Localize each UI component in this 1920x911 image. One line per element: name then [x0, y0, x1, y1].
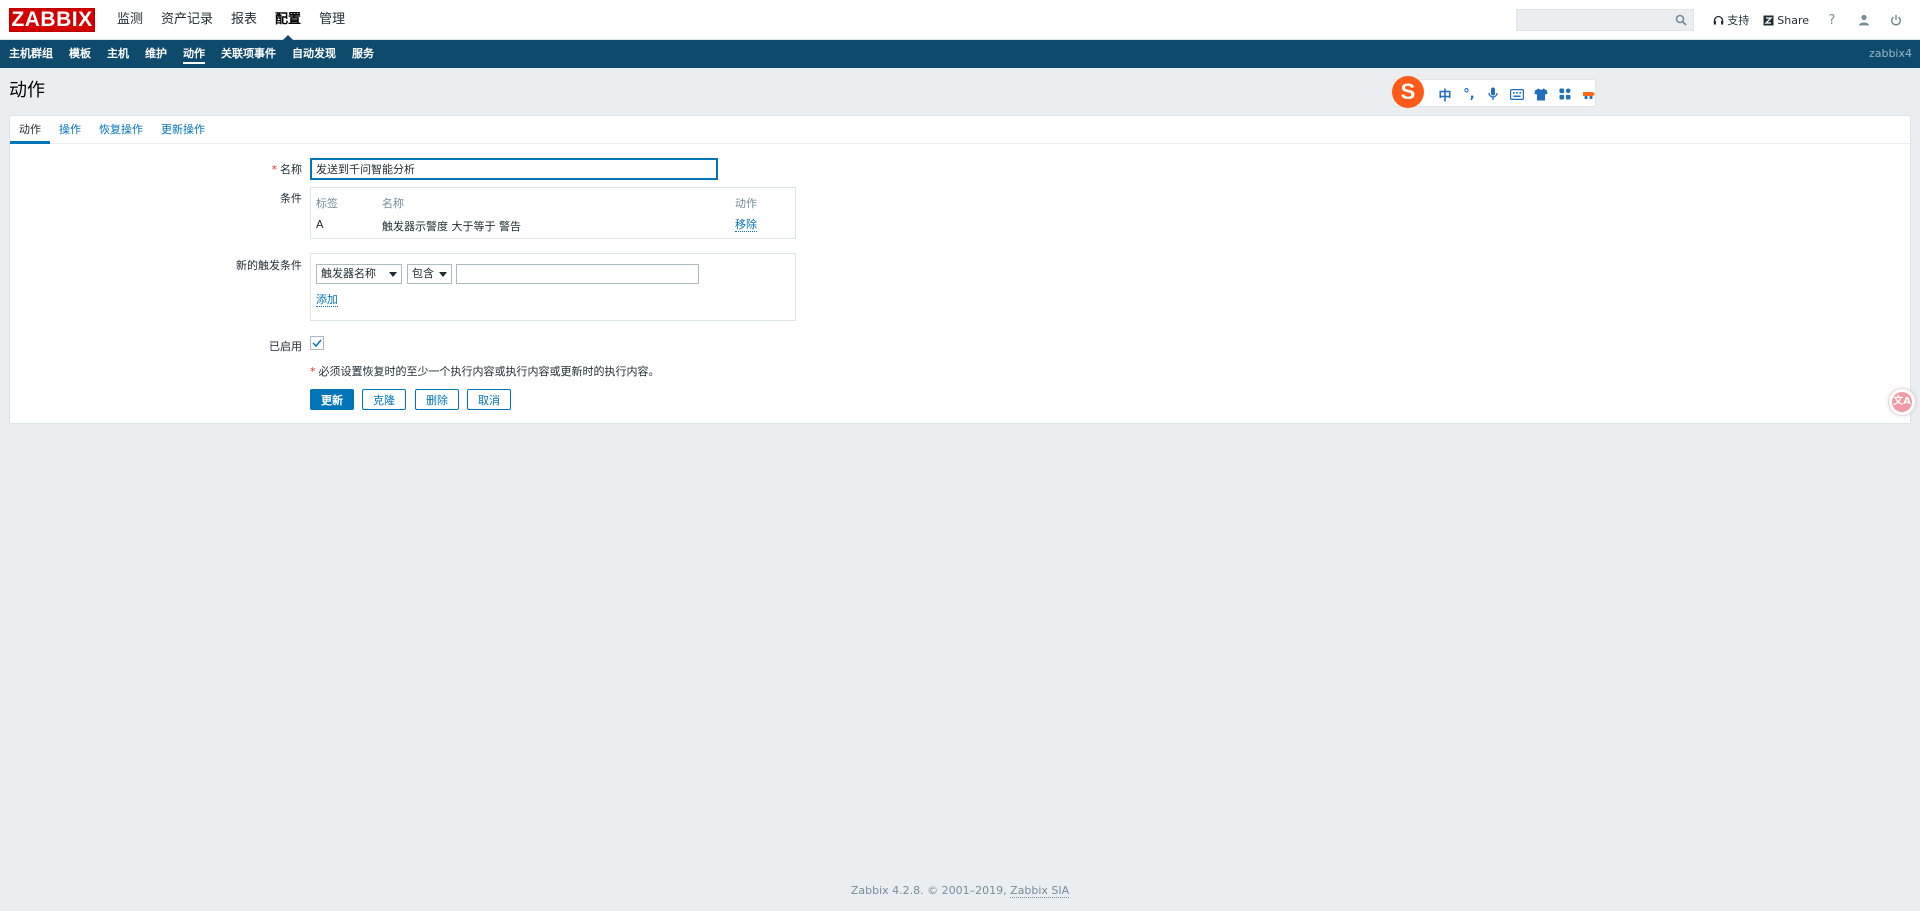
nav-inventory[interactable]: 资产记录 [152, 0, 222, 40]
help-icon[interactable]: ? [1825, 13, 1839, 28]
keyboard-icon[interactable] [1505, 84, 1529, 104]
sub-nav-bar: 主机群组 模板 主机 维护 动作 关联项事件 自动发现 服务 zabbix4 [0, 40, 1920, 68]
support-label: 支持 [1727, 14, 1750, 27]
required-asterisk: * [271, 163, 278, 176]
main-nav: 监测 资产记录 报表 配置 管理 [108, 0, 354, 41]
footer-company-link[interactable]: Zabbix SIA [1010, 884, 1070, 898]
condition-operator-value: 包含 [412, 267, 434, 280]
update-button[interactable]: 更新 [310, 389, 354, 410]
new-condition-box: 触发器名称 包含 添加 [310, 253, 796, 321]
logout-icon[interactable] [1889, 13, 1903, 27]
mic-icon[interactable] [1481, 84, 1505, 104]
tab-update-operations[interactable]: 更新操作 [152, 116, 214, 143]
add-condition-link[interactable]: 添加 [316, 293, 338, 307]
checkmark-icon [312, 339, 322, 347]
conditions-label: 条件 [280, 192, 302, 205]
nav-administration[interactable]: 管理 [310, 0, 354, 40]
apps-icon[interactable] [1553, 84, 1577, 104]
action-name-input[interactable] [310, 158, 718, 180]
subnav-maintenance[interactable]: 维护 [137, 40, 175, 68]
condition-value-input[interactable] [456, 264, 699, 284]
remove-condition-link[interactable]: 移除 [735, 218, 757, 232]
nav-configuration[interactable]: 配置 [266, 0, 310, 41]
subnav-host-groups[interactable]: 主机群组 [1, 40, 61, 68]
header-tools: 支持 Share ? [1516, 0, 1912, 40]
delete-button[interactable]: 删除 [415, 389, 459, 410]
nav-monitoring[interactable]: 监测 [108, 0, 152, 40]
conditions-header-action: 动作 [735, 197, 757, 210]
tab-action[interactable]: 动作 [10, 116, 50, 144]
conditions-table: 标签 名称 动作 A 触发器示警度 大于等于 警告 移除 [310, 187, 796, 239]
share-link[interactable]: Share [1763, 14, 1809, 27]
footer-text: Zabbix 4.2.8. © 2001–2019, [850, 884, 1011, 897]
condition-row-name: 触发器示警度 大于等于 警告 [382, 220, 521, 233]
zabbix-logo[interactable]: ZABBIX [9, 8, 95, 32]
top-header: ZABBIX 监测 资产记录 报表 配置 管理 支持 Share ? [0, 0, 1920, 41]
enabled-label: 已启用 [269, 340, 302, 353]
ime-toolbar: S 中 °, [1392, 76, 1596, 108]
share-label: Share [1777, 13, 1809, 27]
page-title: 动作 [9, 80, 45, 101]
name-label: * 名称 [271, 163, 303, 176]
tools-icon[interactable] [1577, 84, 1601, 104]
subnav-services[interactable]: 服务 [344, 40, 382, 68]
server-name: zabbix4 [1868, 47, 1912, 60]
shirt-icon[interactable] [1529, 84, 1553, 104]
sogou-logo-icon[interactable]: S [1392, 76, 1424, 108]
tab-operations[interactable]: 操作 [50, 116, 90, 143]
cancel-button[interactable]: 取消 [467, 389, 511, 410]
requirement-note: * 必须设置恢复时的至少一个执行内容或执行内容或更新时的执行内容。 [310, 365, 660, 378]
clone-button[interactable]: 克隆 [362, 389, 406, 410]
sub-nav: 主机群组 模板 主机 维护 动作 关联项事件 自动发现 服务 [0, 40, 1920, 68]
conditions-header-label: 标签 [316, 197, 338, 210]
share-icon [1763, 15, 1774, 25]
user-profile-icon[interactable] [1857, 13, 1871, 27]
search-box [1516, 9, 1695, 31]
subnav-discovery[interactable]: 自动发现 [284, 40, 344, 68]
condition-row-label: A [316, 218, 324, 231]
nav-reports[interactable]: 报表 [222, 0, 266, 40]
footer: Zabbix 4.2.8. © 2001–2019, Zabbix SIA [0, 884, 1920, 898]
subnav-event-correlation[interactable]: 关联项事件 [213, 40, 284, 68]
subnav-actions[interactable]: 动作 [175, 40, 213, 68]
ime-chinese-toggle[interactable]: 中 [1433, 84, 1457, 104]
condition-operator-select[interactable]: 包含 [407, 264, 452, 284]
new-condition-label: 新的触发条件 [236, 259, 302, 272]
translate-icon: 文A [1892, 392, 1912, 412]
chevron-down-icon [389, 271, 397, 277]
support-link[interactable]: 支持 [1713, 12, 1749, 28]
tab-recovery-operations[interactable]: 恢复操作 [90, 116, 152, 143]
translate-float-button[interactable]: 文A [1888, 388, 1916, 416]
subnav-templates[interactable]: 模板 [61, 40, 99, 68]
chevron-down-icon [439, 271, 447, 277]
condition-type-select[interactable]: 触发器名称 [316, 264, 402, 284]
headset-icon [1714, 15, 1724, 24]
required-asterisk: * [310, 365, 316, 378]
condition-type-value: 触发器名称 [321, 267, 376, 280]
enabled-checkbox[interactable] [310, 336, 324, 350]
subnav-hosts[interactable]: 主机 [99, 40, 137, 68]
conditions-header-name: 名称 [382, 197, 404, 210]
ime-items: 中 °, [1433, 84, 1601, 104]
ime-punctuation-toggle[interactable]: °, [1457, 84, 1481, 104]
action-form-panel: 动作 操作 恢复操作 更新操作 *名称 条件 标签 名称 动作 A 触发器示警度… [9, 115, 1911, 424]
form-tabs: 动作 操作 恢复操作 更新操作 [10, 116, 1910, 144]
search-icon[interactable] [1675, 14, 1687, 26]
search-input[interactable] [1517, 10, 1680, 30]
